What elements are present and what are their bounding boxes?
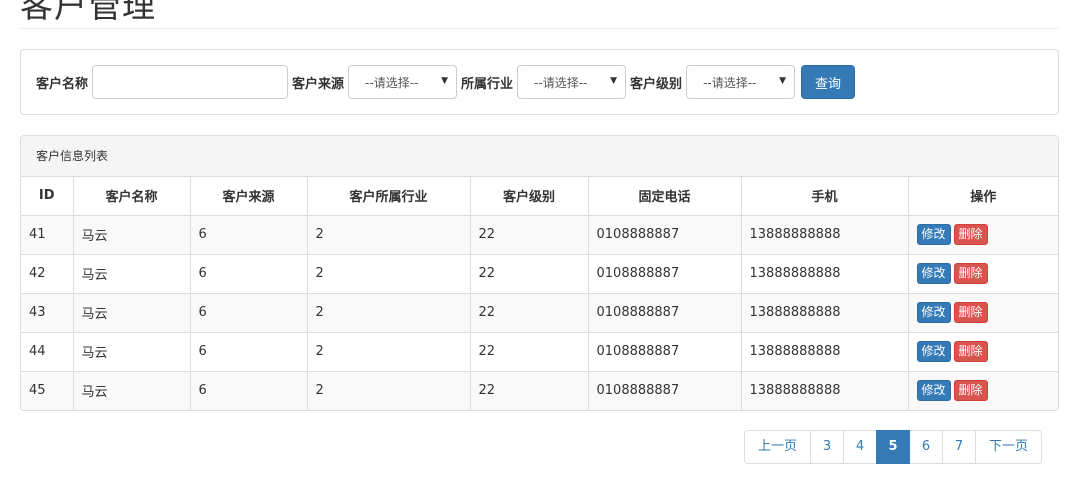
page-link-4[interactable]: 4: [843, 430, 877, 464]
search-form: 客户名称 客户来源 --请选择-- ▼ 所属行业 --请选择-- ▼ 客户级别 …: [36, 65, 856, 99]
table-row: 43 马云 6 2 22 0108888887 13888888888 修改 删除: [21, 293, 1058, 333]
cell-actions: 修改 删除: [908, 293, 1058, 333]
caret-down-icon: ▼: [610, 76, 618, 86]
delete-button[interactable]: 删除: [953, 302, 988, 323]
cell-phone: 0108888887: [588, 215, 742, 255]
table-header-row: ID 客户名称 客户来源 客户所属行业 客户级别 固定电话 手机 操作: [21, 177, 1058, 216]
edit-button[interactable]: 修改: [916, 380, 951, 402]
caret-down-icon: ▼: [779, 76, 787, 86]
cell-source: 6: [190, 215, 308, 255]
cell-mobile: 13888888888: [741, 371, 909, 410]
column-header-source: 客户来源: [190, 177, 308, 216]
edit-button[interactable]: 修改: [916, 302, 951, 323]
caret-down-icon: ▼: [441, 76, 449, 86]
page-link-7[interactable]: 7: [942, 430, 976, 464]
page-title: 客户管理: [20, 0, 156, 25]
cell-actions: 修改 删除: [908, 254, 1058, 294]
cell-phone: 0108888887: [588, 371, 742, 410]
edit-button[interactable]: 修改: [916, 224, 951, 245]
search-panel: 客户名称 客户来源 --请选择-- ▼ 所属行业 --请选择-- ▼ 客户级别 …: [20, 49, 1059, 115]
cell-id: 41: [21, 215, 74, 255]
delete-button[interactable]: 删除: [953, 263, 988, 284]
customer-list-panel: 客户信息列表 ID 客户名称 客户来源 客户所属行业 客户级别 固定电话 手机 …: [20, 135, 1059, 411]
industry-selected: --请选择--: [534, 75, 588, 90]
page-link-3[interactable]: 3: [810, 430, 844, 464]
industry-label: 所属行业: [461, 76, 514, 92]
cell-mobile: 13888888888: [741, 332, 909, 372]
customer-level-label: 客户级别: [630, 76, 683, 92]
cell-industry: 2: [307, 215, 471, 255]
next-page-link[interactable]: 下一页: [975, 430, 1042, 464]
delete-button[interactable]: 删除: [953, 341, 988, 362]
cell-name: 马云: [73, 332, 191, 372]
customer-name-label: 客户名称: [36, 76, 89, 92]
customer-level-select[interactable]: --请选择-- ▼: [686, 65, 796, 99]
cell-level: 22: [470, 254, 589, 294]
cell-industry: 2: [307, 254, 471, 294]
page-link-6[interactable]: 6: [909, 430, 943, 464]
customer-table: ID 客户名称 客户来源 客户所属行业 客户级别 固定电话 手机 操作 41 马…: [21, 177, 1058, 410]
cell-source: 6: [190, 293, 308, 333]
edit-button[interactable]: 修改: [916, 341, 951, 362]
cell-level: 22: [470, 293, 589, 333]
table-row: 42 马云 6 2 22 0108888887 13888888888 修改 删除: [21, 254, 1058, 294]
cell-mobile: 13888888888: [741, 254, 909, 294]
page-link-5-active[interactable]: 5: [876, 430, 910, 464]
delete-button[interactable]: 删除: [953, 380, 988, 402]
cell-source: 6: [190, 254, 308, 294]
cell-id: 44: [21, 332, 74, 372]
cell-source: 6: [190, 371, 308, 410]
column-header-name: 客户名称: [73, 177, 191, 216]
customer-level-selected: --请选择--: [703, 75, 757, 90]
table-row: 44 马云 6 2 22 0108888887 13888888888 修改 删除: [21, 332, 1058, 372]
cell-mobile: 13888888888: [741, 293, 909, 333]
cell-id: 42: [21, 254, 74, 294]
cell-phone: 0108888887: [588, 332, 742, 372]
customer-name-input[interactable]: [92, 65, 289, 99]
industry-select[interactable]: --请选择-- ▼: [517, 65, 627, 99]
cell-name: 马云: [73, 371, 191, 410]
cell-actions: 修改 删除: [908, 371, 1058, 410]
column-header-actions: 操作: [908, 177, 1058, 216]
cell-mobile: 13888888888: [741, 215, 909, 255]
prev-page-link[interactable]: 上一页: [744, 430, 811, 464]
query-button[interactable]: 查询: [801, 65, 856, 99]
cell-actions: 修改 删除: [908, 332, 1058, 372]
cell-industry: 2: [307, 293, 471, 333]
cell-level: 22: [470, 371, 589, 410]
column-header-id: ID: [21, 177, 74, 216]
customer-source-select[interactable]: --请选择-- ▼: [348, 65, 458, 99]
cell-level: 22: [470, 215, 589, 255]
cell-industry: 2: [307, 332, 471, 372]
table-row: 41 马云 6 2 22 0108888887 13888888888 修改 删除: [21, 215, 1058, 255]
cell-source: 6: [190, 332, 308, 372]
cell-phone: 0108888887: [588, 293, 742, 333]
customer-source-selected: --请选择--: [365, 75, 419, 90]
cell-name: 马云: [73, 215, 191, 255]
column-header-mobile: 手机: [741, 177, 909, 216]
delete-button[interactable]: 删除: [953, 224, 988, 245]
customer-source-label: 客户来源: [292, 76, 345, 92]
cell-id: 45: [21, 371, 74, 410]
table-row: 45 马云 6 2 22 0108888887 13888888888 修改 删除: [21, 371, 1058, 410]
edit-button[interactable]: 修改: [916, 263, 951, 284]
pagination: 上一页 3 4 5 6 7 下一页: [744, 430, 1042, 464]
column-header-level: 客户级别: [470, 177, 589, 216]
list-heading: 客户信息列表: [21, 136, 1058, 177]
title-divider: [20, 28, 1059, 29]
cell-name: 马云: [73, 293, 191, 333]
cell-id: 43: [21, 293, 74, 333]
cell-actions: 修改 删除: [908, 215, 1058, 255]
column-header-industry: 客户所属行业: [307, 177, 471, 216]
cell-phone: 0108888887: [588, 254, 742, 294]
cell-name: 马云: [73, 254, 191, 294]
cell-industry: 2: [307, 371, 471, 410]
column-header-phone: 固定电话: [588, 177, 742, 216]
cell-level: 22: [470, 332, 589, 372]
